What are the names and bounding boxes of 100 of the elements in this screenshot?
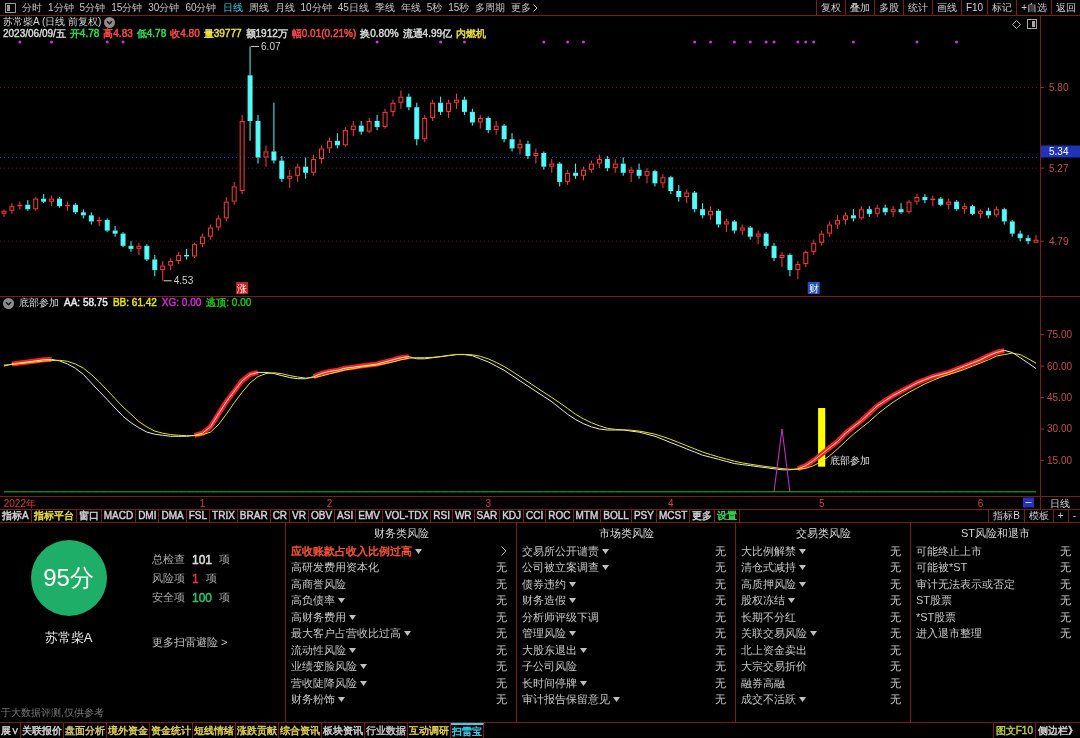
indicator-tab[interactable]: 指标B <box>988 510 1024 522</box>
risk-item[interactable]: 高质押风险 <box>741 578 796 590</box>
caret-down-icon[interactable] <box>810 631 817 637</box>
risk-item[interactable]: 交易所公开谴责 <box>522 545 599 557</box>
risk-item[interactable]: 公司被立案调查 <box>522 562 599 574</box>
risk-item[interactable]: 关联交易风险 <box>741 628 807 640</box>
indicator-tab[interactable]: 指标平台 <box>31 510 77 522</box>
risk-item[interactable]: 审计报告保留意见 <box>522 694 610 706</box>
period-tab[interactable]: 5分钟 <box>79 2 106 13</box>
period-tab[interactable]: 日线 <box>222 2 243 13</box>
indicator-tab[interactable]: + <box>1052 510 1068 522</box>
indicator-tab[interactable]: - <box>1067 510 1080 522</box>
indicator-tab[interactable]: MACD <box>101 510 137 522</box>
indicator-tab[interactable]: CCI <box>524 510 547 522</box>
risk-item[interactable]: 财务粉饰 <box>291 694 335 706</box>
caret-down-icon[interactable] <box>349 647 356 653</box>
bottom-tab[interactable]: 互动调研 <box>408 723 451 738</box>
scroll-thumb-icon[interactable] <box>1023 497 1034 508</box>
indicator-tab[interactable]: VOL-TDX <box>382 510 432 522</box>
risk-item[interactable]: 高商誉风险 <box>291 578 346 590</box>
more-link[interactable]: 更多扫雷避险 > <box>152 634 231 651</box>
caret-down-icon[interactable] <box>360 664 367 670</box>
side-link[interactable]: 侧边栏》 <box>1035 723 1080 738</box>
caret-down-icon[interactable] <box>404 631 411 637</box>
chevron-right-icon[interactable] <box>501 546 507 557</box>
period-tab[interactable]: 年线 <box>400 2 421 13</box>
risk-item[interactable]: 北上资金卖出 <box>741 644 807 656</box>
bottom-tab[interactable]: 综合资讯 <box>279 723 322 738</box>
indicator-tab[interactable]: DMI <box>136 510 160 522</box>
indicator-tab[interactable]: PSY <box>631 510 657 522</box>
toolbar-button[interactable]: F10 <box>960 0 988 15</box>
bottom-tab[interactable]: 关联报价 <box>21 723 64 738</box>
indicator-tab[interactable]: RSI <box>431 510 453 522</box>
period-tab[interactable]: 45日线 <box>337 2 369 13</box>
risk-item[interactable]: 清仓式减持 <box>741 562 796 574</box>
risk-item[interactable]: 分析师评级下调 <box>522 611 599 623</box>
period-tab[interactable]: 60分钟 <box>185 2 217 13</box>
indicator-tab[interactable]: WR <box>452 510 475 522</box>
caret-down-icon[interactable] <box>580 680 587 686</box>
risk-item[interactable]: *ST股票 <box>916 611 957 623</box>
toolbar-button[interactable]: 返回 <box>1051 0 1080 15</box>
toolbar-button[interactable]: 统计 <box>902 0 932 15</box>
caret-down-icon[interactable] <box>799 548 806 554</box>
toolbar-button[interactable]: +自选 <box>1016 0 1051 15</box>
risk-item[interactable]: 可能终止上市 <box>916 545 982 557</box>
risk-item[interactable]: 可能被*ST <box>916 562 968 574</box>
risk-item[interactable]: 长时间停牌 <box>522 677 577 689</box>
risk-item[interactable]: 长期不分红 <box>741 611 796 623</box>
period-tab[interactable]: 分时 <box>22 2 42 13</box>
caret-down-icon[interactable] <box>799 581 806 587</box>
indicator-tab[interactable]: FSL <box>186 510 211 522</box>
risk-item[interactable]: 大宗交易折价 <box>741 661 807 673</box>
panel-icon[interactable] <box>1027 19 1037 29</box>
sidebar-toggle-icon[interactable] <box>5 2 16 13</box>
caret-down-icon[interactable] <box>569 581 576 587</box>
risk-item[interactable]: 应收账款占收入比例过高 <box>291 545 412 557</box>
risk-item[interactable]: 最大客户占营收比过高 <box>291 628 401 640</box>
period-tab[interactable]: 5秒 <box>426 2 443 13</box>
caret-down-icon[interactable] <box>349 614 356 620</box>
risk-item[interactable]: 子公司风险 <box>522 661 577 673</box>
risk-item[interactable]: 高财务费用 <box>291 611 346 623</box>
risk-item[interactable]: 审计无法表示或否定 <box>916 578 1015 590</box>
indicator-tab[interactable]: ROC <box>546 510 574 522</box>
period-tab[interactable]: 1分钟 <box>48 2 74 13</box>
dropdown-icon[interactable] <box>104 16 116 28</box>
bottom-tab[interactable]: 盘面分析 <box>64 723 107 738</box>
period-tab[interactable]: 月线 <box>274 2 295 13</box>
caret-down-icon[interactable] <box>338 697 345 703</box>
side-link[interactable]: 图文F10 <box>992 723 1035 738</box>
bottom-tab[interactable]: 涨跌贡献 <box>236 723 279 738</box>
risk-item[interactable]: 进入退市整理 <box>916 628 982 640</box>
period-tab[interactable]: 季线 <box>374 2 395 13</box>
indicator-tab[interactable]: KDJ <box>500 510 525 522</box>
caret-down-icon[interactable] <box>602 548 609 554</box>
risk-item[interactable]: ST股票 <box>916 595 953 607</box>
caret-down-icon[interactable] <box>788 598 795 604</box>
diamond-icon[interactable] <box>1012 19 1021 29</box>
indicator-tab[interactable]: BOLL <box>601 510 632 522</box>
indicator-tab[interactable]: OBV <box>309 510 336 522</box>
indicator-tab[interactable]: SAR <box>474 510 501 522</box>
toolbar-button[interactable]: 复权 <box>815 0 845 15</box>
bottom-tab[interactable]: 短线情绪 <box>193 723 236 738</box>
period-tab[interactable]: 30分钟 <box>148 2 180 13</box>
risk-item[interactable]: 高研发费用资本化 <box>291 562 379 574</box>
risk-item[interactable]: 债券违约 <box>522 578 566 590</box>
toolbar-button[interactable]: 标记 <box>987 0 1017 15</box>
caret-down-icon[interactable] <box>602 565 609 571</box>
indicator-tab[interactable]: 指标A <box>0 510 32 522</box>
indicator-tab[interactable]: CR <box>270 510 291 522</box>
indicator-tab[interactable]: 模板 <box>1023 510 1053 522</box>
more-button[interactable]: 更多 <box>511 2 539 13</box>
period-tab[interactable]: 10分钟 <box>300 2 332 13</box>
toolbar-button[interactable]: 画线 <box>931 0 961 15</box>
risk-item[interactable]: 管理风险 <box>522 628 566 640</box>
period-tab[interactable]: 多周期 <box>475 2 506 13</box>
risk-item[interactable]: 股权冻结 <box>741 595 785 607</box>
bottom-tab[interactable]: 行业数据 <box>365 723 408 738</box>
caret-down-icon[interactable] <box>415 548 422 554</box>
risk-item[interactable]: 融券高融 <box>741 677 785 689</box>
caret-down-icon[interactable] <box>569 631 576 637</box>
